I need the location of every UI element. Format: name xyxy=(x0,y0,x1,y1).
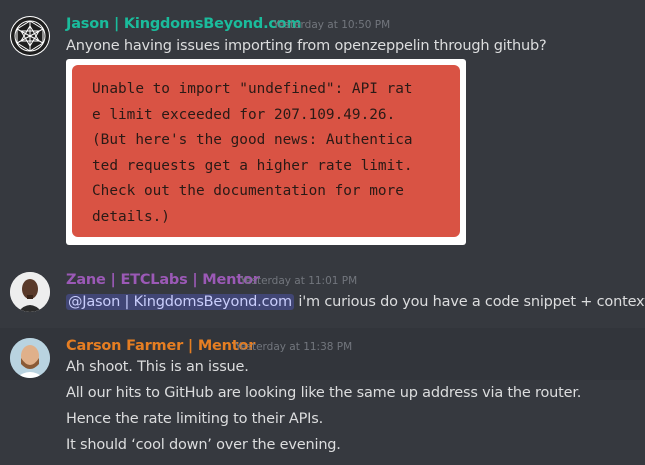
message-text: Anyone having issues importing from open… xyxy=(66,38,547,54)
message-zane: Zane | ETCLabs | Mentor Yesterday at 11:… xyxy=(0,262,645,324)
person-photo-icon xyxy=(10,272,50,312)
error-line: Check out the documentation for more xyxy=(92,183,404,199)
timestamp: Yesterday at 11:01 PM xyxy=(240,275,358,287)
message-line: It should ‘cool down’ over the evening. xyxy=(66,437,341,453)
avatar[interactable] xyxy=(10,338,50,378)
author-name[interactable]: Carson Farmer | Mentor xyxy=(66,338,255,354)
error-line: (But here's the good news: Authentica xyxy=(92,132,413,148)
error-line: details.) xyxy=(92,208,170,225)
error-image: Unable to import "undefined": API rat e … xyxy=(72,65,460,237)
message-body: i'm curious do you have a code snippet +… xyxy=(293,294,645,310)
image-attachment[interactable]: Unable to import "undefined": API rat e … xyxy=(66,59,466,245)
avatar[interactable] xyxy=(10,272,50,312)
error-text: Unable to import "undefined": API rat e … xyxy=(92,77,413,230)
message-line: Ah shoot. This is an issue. xyxy=(66,359,249,375)
message-jason: Jason | KingdomsBeyond.com Yesterday at … xyxy=(0,0,645,250)
geometric-logo-icon xyxy=(11,17,49,55)
message-carson: Carson Farmer | Mentor Yesterday at 11:3… xyxy=(0,328,645,465)
error-line: ted requests get a higher rate limit. xyxy=(92,157,413,174)
author-name[interactable]: Jason | KingdomsBeyond.com xyxy=(66,16,302,32)
timestamp: Yesterday at 11:38 PM xyxy=(235,341,353,353)
error-line: e limit exceeded for 207.109.49.26. xyxy=(92,106,396,123)
message-line: All our hits to GitHub are looking like … xyxy=(66,385,582,401)
message-line: Hence the rate limiting to their APIs. xyxy=(66,411,323,427)
user-mention[interactable]: @Jason | KingdomsBeyond.com xyxy=(66,294,294,310)
error-line: Unable to import "undefined": API rat xyxy=(92,81,413,97)
timestamp: Yesterday at 10:50 PM xyxy=(273,19,391,31)
avatar[interactable] xyxy=(10,16,50,56)
author-name[interactable]: Zane | ETCLabs | Mentor xyxy=(66,272,260,288)
person-photo-icon xyxy=(10,338,50,378)
message-text: @Jason | KingdomsBeyond.com i'm curious … xyxy=(66,294,645,310)
